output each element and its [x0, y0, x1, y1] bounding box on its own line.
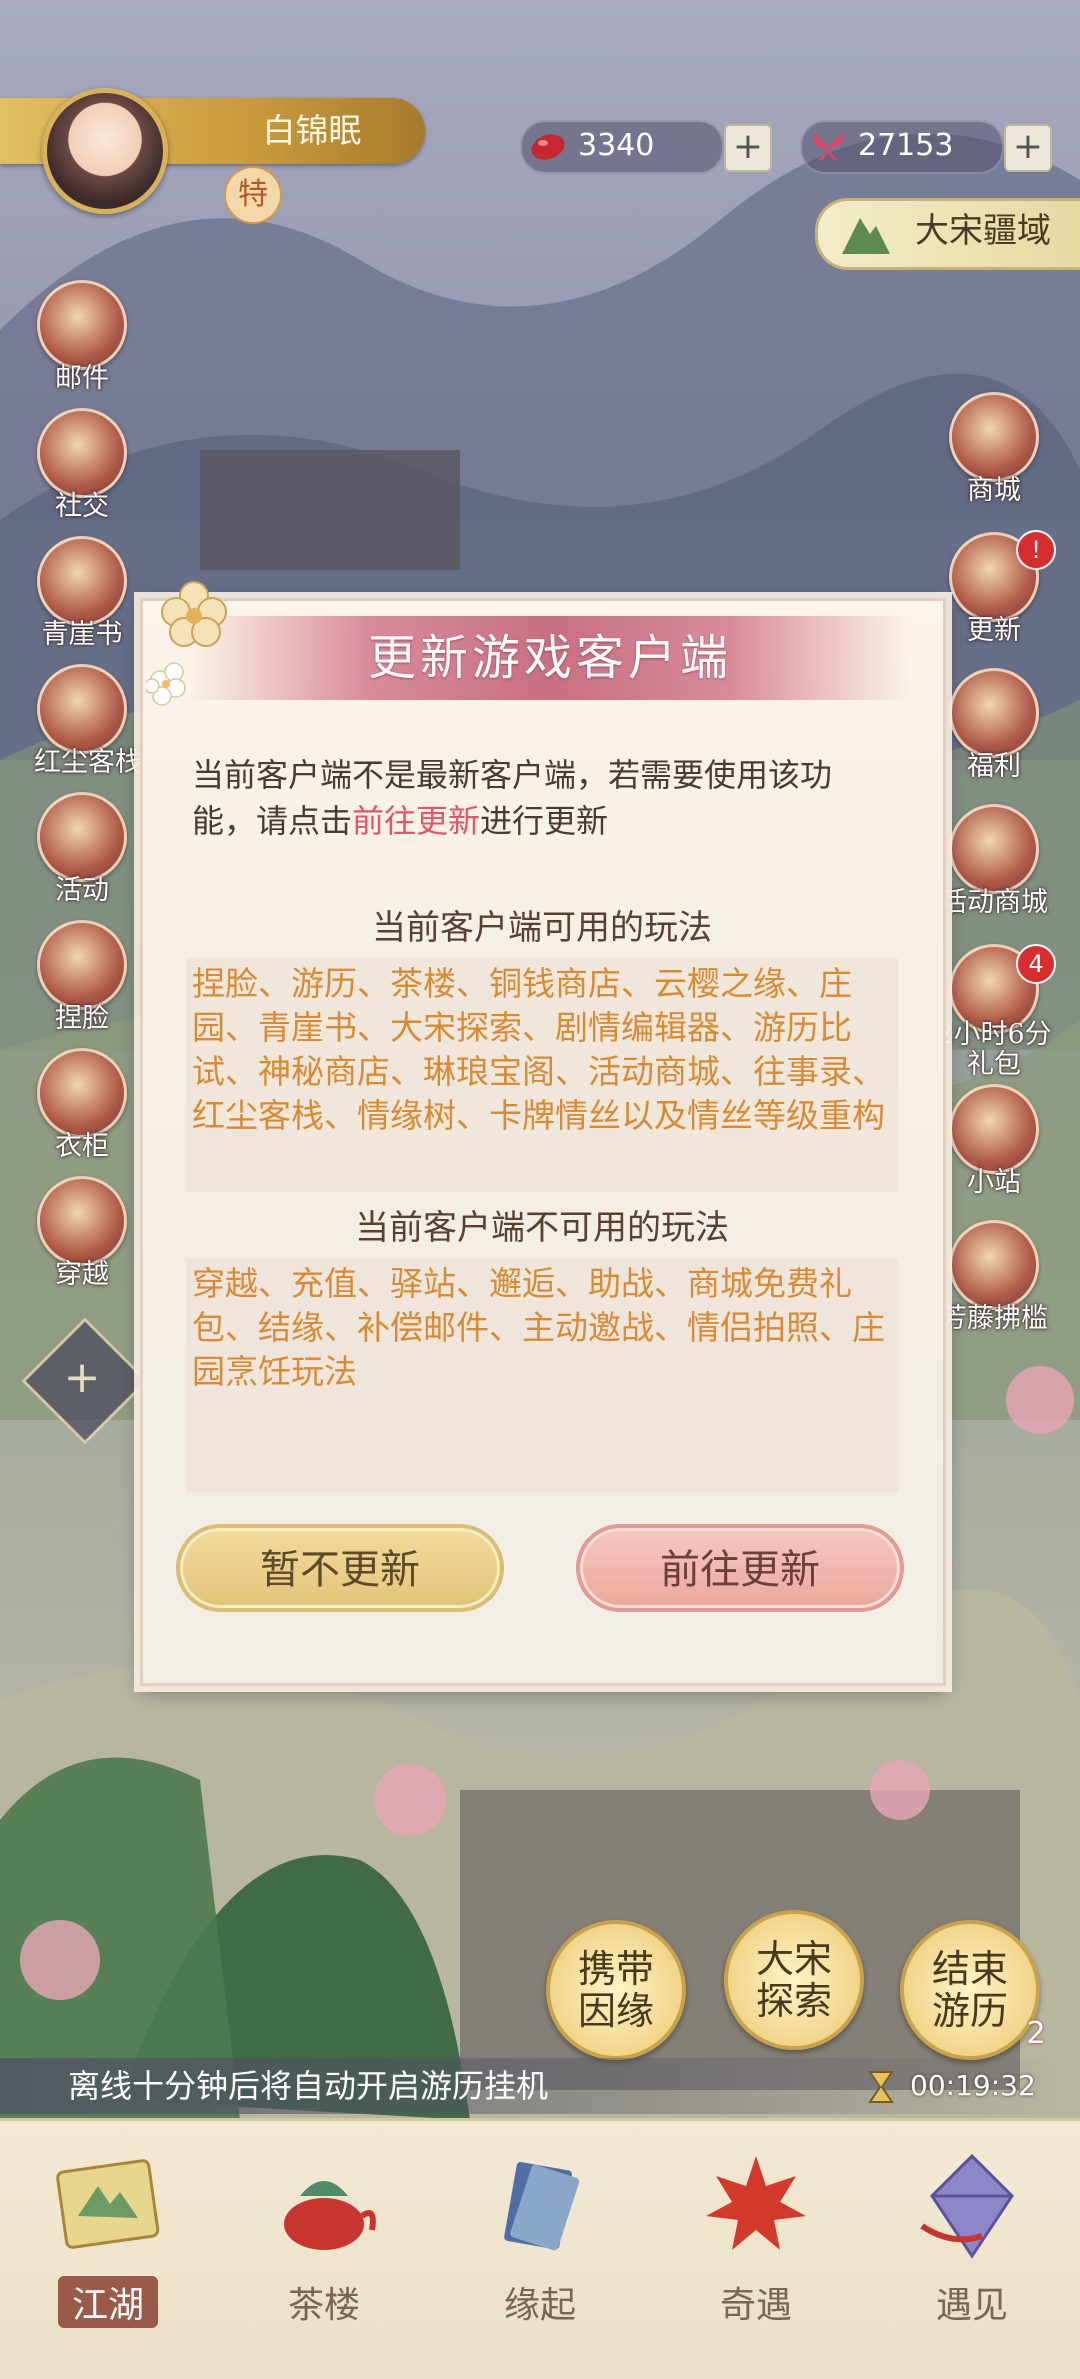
message-suffix: 进行更新 — [480, 802, 609, 840]
menu-station[interactable]: 小站 — [946, 1084, 1042, 1199]
crystal-icon — [920, 2153, 1014, 2259]
tab-yuanqi[interactable]: 缘起 — [432, 2118, 648, 2376]
menu-shop[interactable]: 商城 — [946, 392, 1042, 507]
hourglass-icon — [868, 2071, 894, 2103]
player-avatar[interactable] — [42, 88, 168, 214]
tab-jianghu[interactable]: 江湖 — [0, 2118, 216, 2376]
maple-leaf-icon — [706, 2156, 806, 2250]
vip-badge[interactable]: 特 — [224, 166, 282, 224]
currency-jade-value: 3340 — [578, 128, 655, 163]
red-jade-icon — [531, 134, 565, 160]
tab-teahouse[interactable]: 茶楼 — [216, 2118, 432, 2376]
add-butterfly-button[interactable]: + — [1004, 124, 1052, 172]
menu-wardrobe[interactable]: 衣柜 — [34, 1048, 130, 1163]
travel-timer: 00:19:32 — [910, 2069, 1036, 2102]
menu-update-label: 更新 — [967, 615, 1021, 646]
menu-face-pinch-label: 捏脸 — [55, 1003, 109, 1034]
player-name: 白锦眠 — [262, 111, 362, 150]
menu-hongchen-inn[interactable]: 红尘客栈 — [34, 664, 142, 779]
menu-activity[interactable]: 活动 — [34, 792, 130, 907]
menu-shop-label: 商城 — [967, 475, 1021, 506]
carry-fate-button[interactable]: 携带 因缘 — [546, 1920, 686, 2060]
currency-butterfly: 27153 — [800, 120, 1004, 174]
available-features-title: 当前客户端可用的玩法 — [372, 908, 712, 948]
menu-mail[interactable]: 邮件 — [34, 280, 130, 395]
unavailable-features-title: 当前客户端不可用的玩法 — [355, 1208, 729, 1248]
currency-jade: 3340 — [520, 120, 724, 174]
menu-wardrobe-label: 衣柜 — [55, 1131, 109, 1162]
menu-fangteng[interactable]: 芳藤拂槛 — [936, 1220, 1052, 1335]
menu-travel-label: 穿越 — [55, 1259, 109, 1290]
currency-butterfly-value: 27153 — [858, 128, 954, 163]
dialog-message: 当前客户端不是最新客户端，若需要使用该功能，请点击前往更新进行更新 — [192, 752, 892, 844]
plum-blossom-icon — [146, 581, 227, 706]
region-label: 大宋疆域 — [915, 211, 1051, 251]
menu-station-label: 小站 — [967, 1167, 1021, 1198]
tab-teahouse-label: 茶楼 — [287, 2285, 360, 2326]
skip-update-button[interactable]: 暂不更新 — [176, 1524, 504, 1612]
tab-yuanqi-label: 缘起 — [503, 2285, 576, 2326]
tab-jianghu-label: 江湖 — [57, 2276, 158, 2328]
butterfly-icon — [813, 133, 843, 161]
teapot-icon — [284, 2181, 376, 2250]
idle-notice: 离线十分钟后将自动开启游历挂机 — [68, 2067, 549, 2105]
go-update-button[interactable]: 前往更新 — [576, 1524, 904, 1612]
menu-gift-pack-label: 2小时6分 礼包 — [936, 1019, 1052, 1080]
available-features-list: 捏脸、游历、茶楼、铜钱商店、云樱之缘、庄园、青崖书、大宋探索、剧情编辑器、游历比… — [186, 958, 898, 1192]
menu-social-label: 社交 — [55, 491, 109, 522]
menu-qingya-book[interactable]: 青崖书 — [34, 536, 130, 651]
menu-welfare-label: 福利 — [967, 751, 1021, 782]
menu-social[interactable]: 社交 — [34, 408, 130, 523]
menu-mail-label: 邮件 — [55, 363, 109, 394]
tab-qiyu[interactable]: 奇遇 — [648, 2118, 864, 2376]
update-link[interactable]: 前往更新 — [352, 802, 480, 840]
dialog-title: 更新游戏客户端 — [367, 630, 732, 686]
gift-count-badge: 4 — [1016, 944, 1056, 984]
end-travel-count: 2 — [1026, 2016, 1046, 2051]
menu-hongchen-inn-label: 红尘客栈 — [34, 747, 142, 778]
map-scroll-icon — [56, 2159, 160, 2249]
menu-travel[interactable]: 穿越 — [34, 1176, 130, 1291]
mountain-icon — [842, 218, 890, 254]
update-alert-badge: ! — [1016, 530, 1056, 570]
song-explore-button[interactable]: 大宋 探索 — [724, 1910, 864, 2050]
plus-icon: + — [63, 1352, 101, 1403]
menu-activity-shop[interactable]: 活动商城 — [936, 804, 1052, 919]
menu-activity-label: 活动 — [55, 875, 109, 906]
menu-qingya-book-label: 青崖书 — [41, 619, 123, 650]
tab-yujian-label: 遇见 — [935, 2285, 1008, 2326]
menu-welfare[interactable]: 福利 — [946, 668, 1042, 783]
tab-qiyu-label: 奇遇 — [719, 2285, 792, 2326]
menu-activity-shop-label: 活动商城 — [940, 887, 1048, 918]
tab-yujian[interactable]: 遇见 — [864, 2118, 1080, 2376]
unavailable-features-list: 穿越、充值、驿站、邂逅、助战、商城免费礼包、结缘、补偿邮件、主动邀战、情侣拍照、… — [186, 1258, 898, 1492]
menu-face-pinch[interactable]: 捏脸 — [34, 920, 130, 1035]
book-stack-icon — [504, 2162, 580, 2251]
add-jade-button[interactable]: + — [724, 124, 772, 172]
menu-fangteng-label: 芳藤拂槛 — [940, 1303, 1048, 1334]
